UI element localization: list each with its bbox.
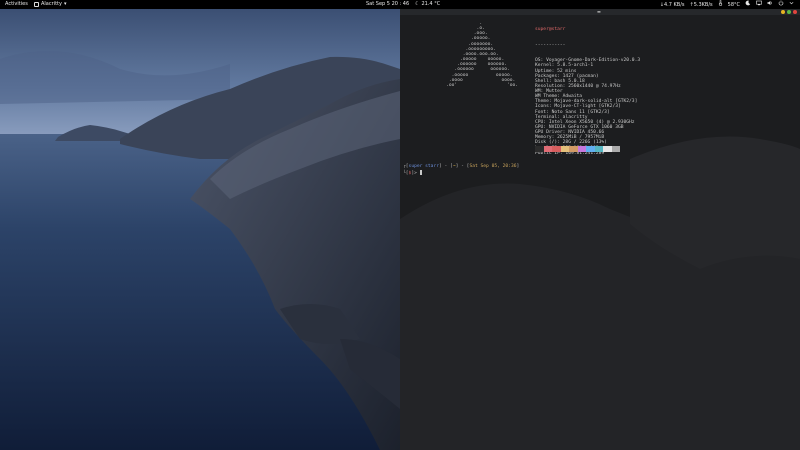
color-swatch: [603, 146, 612, 152]
color-swatch: [552, 146, 561, 152]
info-separator: -----------: [535, 42, 566, 48]
app-name: Alacritty: [41, 1, 62, 7]
clock[interactable]: Sat Sep 5 20 : 46: [366, 0, 409, 9]
desktop-wallpaper: [0, 9, 400, 450]
color-swatch: [560, 146, 569, 152]
prompt-date: Sat Sep 05, 20:36: [469, 164, 517, 169]
network-icon[interactable]: [756, 0, 762, 10]
power-icon[interactable]: [778, 0, 784, 10]
net-speed-up: ↑5.3KB/s: [689, 1, 713, 8]
logo-line: .oooooo oooooo.: [424, 67, 510, 73]
status-area[interactable]: ↓4.7 KB/s ↑5.3KB/s 58°C: [660, 0, 794, 10]
color-swatch: [577, 146, 586, 152]
prompt-line: ┌[super starr] - [~] - [Sat Sep 05, 20:3…: [403, 164, 519, 169]
tab-handle-icon[interactable]: ▬: [597, 9, 601, 14]
chevron-down-icon: ▾: [63, 1, 67, 7]
input-line[interactable]: └[$]>: [403, 170, 423, 177]
prompt-sep: ] - [: [438, 164, 453, 169]
terminal-window[interactable]: ▬ . .o. .ooo. .ooooo. .ooooooo. .ooooooo…: [400, 9, 800, 450]
volume-icon[interactable]: [767, 0, 773, 10]
night-mode-icon[interactable]: [745, 0, 751, 10]
color-swatch: [543, 146, 552, 152]
color-palette: [535, 146, 620, 152]
system-info: super@starr ----------- OS: Voyager-Gnom…: [535, 17, 640, 156]
app-menu[interactable]: Alacritty ▾: [34, 0, 66, 9]
color-swatch: [611, 146, 620, 152]
cpu-temperature: 58°C: [727, 1, 740, 8]
logo-line: .oo' 'oo.: [424, 82, 519, 88]
prompt-user: super starr: [408, 164, 439, 169]
weather-temperature: 21.4 °C: [421, 1, 441, 7]
close-button[interactable]: [793, 10, 797, 14]
weather-indicator[interactable]: ☾ 21.4 °C: [415, 0, 440, 9]
distro-logo: . .o. .ooo. .ooooo. .ooooooo. .ooooooooo…: [424, 21, 518, 88]
terminal-app-icon: [34, 2, 39, 7]
top-bar: Activities Alacritty ▾ Sat Sep 5 20 : 46…: [0, 0, 800, 9]
user-host: super@starr: [535, 27, 566, 33]
activities-button[interactable]: Activities: [5, 0, 28, 9]
prompt2-close: ]>: [411, 171, 417, 177]
minimize-button[interactable]: [781, 10, 785, 14]
color-swatch: [535, 146, 544, 152]
net-speed-down: ↓4.7 KB/s: [659, 1, 685, 8]
prompt-sep-2: ] - [: [455, 164, 470, 169]
system-menu-chevron-icon[interactable]: [789, 0, 794, 10]
color-swatch: [569, 146, 578, 152]
logo-line: .ooooo ooooo.: [424, 72, 513, 78]
moon-icon: ☾: [415, 1, 420, 7]
maximize-button[interactable]: [787, 10, 791, 14]
prompt-close: ]: [516, 164, 520, 169]
color-swatch: [586, 146, 595, 152]
text-cursor: [419, 170, 423, 175]
thermometer-icon: [718, 0, 723, 10]
color-swatch: [594, 146, 603, 152]
